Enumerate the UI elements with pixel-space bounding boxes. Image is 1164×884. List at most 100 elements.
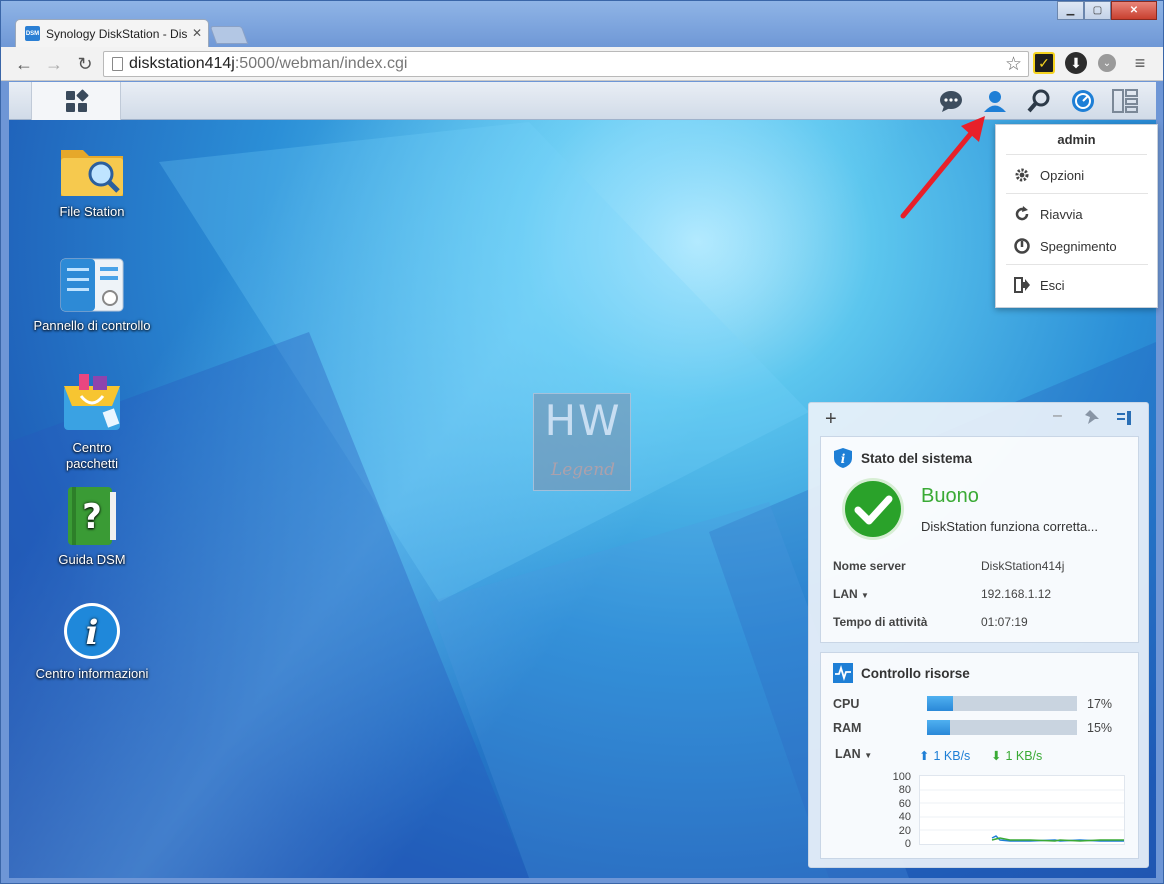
extension-chevron-icon[interactable]: ⌄ bbox=[1098, 54, 1116, 72]
desktop-icon-package-center[interactable]: Centro pacchetti bbox=[17, 372, 167, 472]
browser-toolbar: ← → ↻ diskstation414j:5000/webman/index.… bbox=[1, 47, 1163, 81]
add-widget-button[interactable]: + bbox=[825, 408, 837, 431]
user-menu-username: admin bbox=[1006, 125, 1147, 155]
gear-icon bbox=[1015, 168, 1029, 182]
desktop-icon-label: Guida DSM bbox=[58, 552, 126, 567]
server-name-value: DiskStation414j bbox=[981, 559, 1065, 573]
user-icon[interactable] bbox=[981, 87, 1009, 115]
network-usage-graph bbox=[920, 789, 1124, 842]
svg-text:i: i bbox=[86, 613, 99, 653]
upload-arrow-icon: ⬆ bbox=[919, 749, 930, 763]
url-path: :5000/webman/index.cgi bbox=[234, 55, 408, 72]
watermark-logo: HW Legend bbox=[533, 393, 631, 491]
bookmark-star-icon[interactable]: ☆ bbox=[1005, 53, 1022, 76]
desktop-icon-label: Centro informazioni bbox=[35, 666, 149, 681]
cpu-percent: 17% bbox=[1087, 697, 1113, 711]
minimize-widget-button[interactable]: – bbox=[1053, 407, 1062, 425]
reload-button[interactable]: ↻ bbox=[72, 52, 98, 76]
window-controls: ▁ ▢ ✕ bbox=[1057, 1, 1157, 20]
browser-tab[interactable]: DSM Synology DiskStation - Dis ✕ bbox=[15, 19, 209, 47]
svg-text:?: ? bbox=[82, 497, 102, 537]
search-icon[interactable] bbox=[1025, 87, 1053, 115]
new-tab-button[interactable] bbox=[209, 26, 249, 44]
desktop-icon-label: Pannello di controllo bbox=[33, 318, 151, 333]
notifications-icon[interactable] bbox=[937, 87, 965, 115]
ram-label: RAM bbox=[833, 721, 862, 735]
dsm-favicon-icon: DSM bbox=[25, 26, 40, 41]
lan-dropdown[interactable]: LAN ▼ bbox=[833, 587, 869, 601]
desktop-icon-control-panel[interactable]: Pannello di controllo bbox=[17, 258, 167, 334]
folder-search-icon bbox=[59, 140, 125, 198]
status-ok-check-icon bbox=[842, 478, 904, 540]
menu-item-options[interactable]: Opzioni bbox=[1014, 167, 1084, 183]
chrome-menu-icon[interactable]: ≡ bbox=[1129, 52, 1151, 74]
menu-item-label: Esci bbox=[1040, 277, 1065, 293]
address-bar[interactable]: diskstation414j:5000/webman/index.cgi ☆ bbox=[103, 51, 1029, 77]
shopping-bag-icon bbox=[61, 372, 123, 434]
system-status-widget: i Stato del sistema Buono DiskStation fu… bbox=[820, 436, 1139, 643]
annotation-arrow bbox=[900, 116, 985, 219]
resource-monitor-widget: Controllo risorse CPU 17% RAM 15% LAN ▼ … bbox=[820, 652, 1139, 859]
tab-title: Synology DiskStation - Dis bbox=[46, 26, 188, 41]
maximize-button[interactable]: ▢ bbox=[1084, 1, 1111, 20]
menu-item-shutdown[interactable]: Spegnimento bbox=[1014, 238, 1117, 254]
widget-panel: + – i Stato del sistema Buono DiskStatio… bbox=[808, 402, 1149, 868]
main-menu-icon bbox=[65, 88, 89, 112]
svg-text:i: i bbox=[841, 452, 846, 466]
lan-network-dropdown[interactable]: LAN ▼ bbox=[835, 747, 872, 761]
download-arrow-icon: ⬇ bbox=[991, 749, 1002, 763]
minimize-button[interactable]: ▁ bbox=[1057, 1, 1084, 20]
download-rate: ⬇ 1 KB/s bbox=[991, 748, 1043, 764]
user-menu: admin Opzioni Riavvia Spegnimento Esci bbox=[995, 124, 1158, 308]
url-host: diskstation414j bbox=[129, 55, 235, 72]
menu-divider bbox=[1006, 264, 1148, 265]
menu-item-label: Spegnimento bbox=[1040, 238, 1117, 254]
desktop-icon-dsm-help[interactable]: ? Guida DSM bbox=[17, 486, 167, 568]
resource-monitor-title: Controllo risorse bbox=[861, 665, 970, 681]
widgets-layout-icon[interactable] bbox=[1111, 87, 1139, 115]
control-panel-icon bbox=[60, 258, 124, 312]
desktop-icon-label: Centro pacchetti bbox=[65, 440, 119, 471]
info-shield-icon: i bbox=[834, 448, 852, 468]
tab-close-icon[interactable]: ✕ bbox=[187, 26, 202, 40]
network-usage-chart bbox=[919, 775, 1125, 845]
chart-y-tick: 100 bbox=[892, 771, 911, 783]
menu-divider bbox=[1006, 193, 1148, 194]
menu-item-restart[interactable]: Riavvia bbox=[1014, 206, 1083, 222]
logout-icon bbox=[1014, 277, 1030, 293]
pin-icon[interactable] bbox=[1085, 410, 1099, 427]
back-button[interactable]: ← bbox=[11, 52, 37, 76]
widget-sidebar-icon[interactable] bbox=[1116, 410, 1132, 429]
ram-usage-fill bbox=[927, 720, 950, 735]
chart-y-tick: 20 bbox=[898, 825, 911, 837]
status-text: Buono bbox=[921, 485, 979, 507]
monitor-pulse-icon bbox=[833, 663, 853, 683]
system-status-header: i Stato del sistema bbox=[833, 447, 972, 469]
chart-y-tick: 60 bbox=[898, 798, 911, 810]
chart-y-tick: 80 bbox=[898, 784, 911, 796]
help-book-icon: ? bbox=[66, 486, 118, 546]
system-status-title: Stato del sistema bbox=[861, 450, 973, 466]
desktop-icon-info-center[interactable]: i Centro informazioni bbox=[17, 602, 167, 682]
main-menu-button[interactable] bbox=[31, 82, 121, 120]
desktop-icon-file-station[interactable]: File Station bbox=[17, 140, 167, 220]
menu-item-label: Riavvia bbox=[1040, 206, 1083, 222]
extension-download-off-icon[interactable]: ⬇ bbox=[1065, 52, 1087, 74]
uptime-label: Tempo di attività bbox=[833, 615, 928, 629]
uptime-value: 01:07:19 bbox=[981, 615, 1028, 629]
close-window-button[interactable]: ✕ bbox=[1111, 1, 1157, 20]
cpu-label: CPU bbox=[833, 697, 860, 711]
forward-button[interactable]: → bbox=[41, 52, 67, 76]
resource-monitor-header: Controllo risorse bbox=[833, 663, 970, 683]
watermark-line2: Legend bbox=[550, 460, 616, 480]
extension-check-icon[interactable]: ✓ bbox=[1033, 52, 1055, 74]
info-circle-icon: i bbox=[63, 602, 121, 660]
browser-window: DSM Synology DiskStation - Dis ✕ ▁ ▢ ✕ ←… bbox=[0, 0, 1164, 884]
lan-ip-value: 192.168.1.12 bbox=[981, 587, 1052, 601]
menu-item-logout[interactable]: Esci bbox=[1014, 277, 1065, 293]
restart-icon bbox=[1015, 206, 1029, 221]
power-icon bbox=[1014, 238, 1030, 254]
menu-item-label: Opzioni bbox=[1040, 167, 1085, 183]
chevron-down-icon: ▼ bbox=[861, 591, 869, 600]
dashboard-gauge-icon[interactable] bbox=[1069, 87, 1097, 115]
